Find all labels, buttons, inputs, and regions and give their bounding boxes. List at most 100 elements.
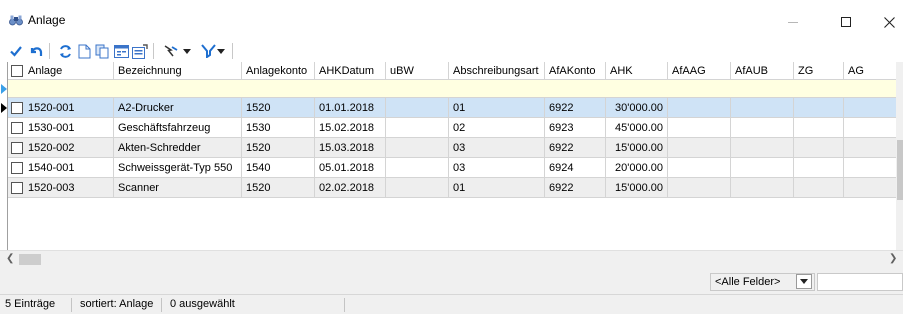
chevron-down-icon[interactable]: [182, 43, 192, 59]
cell-anlagekonto[interactable]: 1540: [242, 158, 315, 178]
cell-anlagekonto[interactable]: 1530: [242, 118, 315, 138]
cell-bezeichnung[interactable]: Geschäftsfahrzeug: [114, 118, 242, 138]
cell-abschreibungsart[interactable]: 02: [449, 118, 545, 138]
minimize-button[interactable]: [770, 8, 816, 36]
cell-ag[interactable]: [844, 118, 903, 138]
cell-bezeichnung[interactable]: Schweissgerät-Typ 550: [114, 158, 242, 178]
row-checkbox[interactable]: [11, 122, 23, 134]
cell-anlage[interactable]: 1540-001: [8, 158, 114, 178]
cell-ahk[interactable]: 20'000.00: [606, 158, 668, 178]
table-row[interactable]: 1520-002 Akten-Schredder 1520 15.03.2018 03 6…: [8, 138, 903, 158]
cell-afakonto[interactable]: 6922: [545, 178, 606, 198]
cell-ahk[interactable]: 30'000.00: [606, 98, 668, 118]
cell-bezeichnung[interactable]: A2-Drucker: [114, 98, 242, 118]
cell-bezeichnung[interactable]: Akten-Schredder: [114, 138, 242, 158]
cell-abschreibungsart[interactable]: 01: [449, 98, 545, 118]
row-checkbox[interactable]: [11, 142, 23, 154]
vertical-scrollbar[interactable]: [896, 62, 903, 250]
cell-ag[interactable]: [844, 138, 903, 158]
cell-ahkdatum[interactable]: 01.01.2018: [315, 98, 386, 118]
cell-ag[interactable]: [844, 98, 903, 118]
undo-icon[interactable]: [28, 43, 44, 59]
column-header-afaag[interactable]: AfAAG: [668, 62, 731, 80]
column-header-anlage[interactable]: Anlage: [8, 62, 114, 80]
table-row[interactable]: 1520-001 A2-Drucker 1520 01.01.2018 01 6922 30…: [1, 98, 903, 118]
field-select-dropdown-button[interactable]: [796, 274, 812, 289]
maximize-button[interactable]: [823, 8, 869, 36]
filter-row[interactable]: [8, 80, 903, 98]
cell-abschreibungsart[interactable]: 03: [449, 158, 545, 178]
cell-afaag[interactable]: [668, 158, 731, 178]
cell-ubw[interactable]: [386, 178, 449, 198]
form-view-icon[interactable]: [113, 43, 129, 59]
row-checkbox[interactable]: [11, 182, 23, 194]
new-document-icon[interactable]: [76, 43, 92, 59]
cell-afaag[interactable]: [668, 178, 731, 198]
column-header-afakonto[interactable]: AfAKonto: [545, 62, 606, 80]
cell-ahk[interactable]: 45'000.00: [606, 118, 668, 138]
column-header-ubw[interactable]: uBW: [386, 62, 449, 80]
cell-ubw[interactable]: [386, 158, 449, 178]
cell-ahkdatum[interactable]: 02.02.2018: [315, 178, 386, 198]
table-row[interactable]: 1540-001 Schweissgerät-Typ 550 1540 05.01.2…: [8, 158, 903, 178]
cell-bezeichnung[interactable]: Scanner: [114, 178, 242, 198]
cell-afakonto[interactable]: 6924: [545, 158, 606, 178]
row-checkbox[interactable]: [11, 162, 23, 174]
cell-anlagekonto[interactable]: 1520: [242, 138, 315, 158]
column-header-ahkdatum[interactable]: AHKDatum: [315, 62, 386, 80]
filter-icon[interactable]: [200, 43, 216, 59]
cell-ag[interactable]: [844, 178, 903, 198]
column-header-zg[interactable]: ZG: [794, 62, 844, 80]
cell-ahkdatum[interactable]: 15.02.2018: [315, 118, 386, 138]
cell-abschreibungsart[interactable]: 01: [449, 178, 545, 198]
cell-afaag[interactable]: [668, 138, 731, 158]
cell-ahk[interactable]: 15'000.00: [606, 138, 668, 158]
select-all-checkbox[interactable]: [11, 65, 23, 77]
cell-zg[interactable]: [794, 138, 844, 158]
cell-ubw[interactable]: [386, 138, 449, 158]
cell-anlage[interactable]: 1520-001: [8, 98, 114, 118]
cell-afakonto[interactable]: 6922: [545, 98, 606, 118]
cell-afakonto[interactable]: 6922: [545, 138, 606, 158]
column-header-ahk[interactable]: AHK: [606, 62, 668, 80]
column-header-abschreibungsart[interactable]: Abschreibungsart: [449, 62, 545, 80]
cell-anlagekonto[interactable]: 1520: [242, 178, 315, 198]
cell-anlage[interactable]: 1520-002: [8, 138, 114, 158]
search-input[interactable]: [817, 273, 903, 291]
column-header-bezeichnung[interactable]: Bezeichnung: [114, 62, 242, 80]
cell-afaub[interactable]: [731, 138, 794, 158]
cell-zg[interactable]: [794, 158, 844, 178]
cell-ahkdatum[interactable]: 15.03.2018: [315, 138, 386, 158]
close-button[interactable]: [866, 8, 903, 36]
table-row[interactable]: 1520-003 Scanner 1520 02.02.2018 01 6922 15'00…: [8, 178, 903, 198]
cell-anlage[interactable]: 1530-001: [8, 118, 114, 138]
pointer-tool-icon[interactable]: [163, 43, 179, 59]
cell-anlagekonto[interactable]: 1520: [242, 98, 315, 118]
cell-afaag[interactable]: [668, 98, 731, 118]
properties-icon[interactable]: [132, 43, 148, 59]
row-checkbox[interactable]: [11, 102, 23, 114]
column-header-anlagekonto[interactable]: Anlagekonto: [242, 62, 315, 80]
copy-icon[interactable]: [94, 43, 110, 59]
cell-afaub[interactable]: [731, 158, 794, 178]
scroll-left-icon[interactable]: ❮: [6, 253, 14, 264]
vertical-scrollbar-thumb[interactable]: [897, 140, 903, 200]
column-header-afaub[interactable]: AfAUB: [731, 62, 794, 80]
cell-abschreibungsart[interactable]: 03: [449, 138, 545, 158]
refresh-icon[interactable]: [57, 43, 73, 59]
check-icon[interactable]: [8, 43, 24, 59]
chevron-down-icon[interactable]: [216, 43, 226, 59]
cell-anlage[interactable]: 1520-003: [8, 178, 114, 198]
table-row[interactable]: 1530-001 Geschäftsfahrzeug 1530 15.02.2018 0…: [8, 118, 903, 138]
horizontal-scrollbar-thumb[interactable]: [19, 254, 41, 265]
cell-afaub[interactable]: [731, 178, 794, 198]
scroll-right-icon[interactable]: ❯: [889, 253, 897, 264]
horizontal-scrollbar[interactable]: ❮ ❯: [0, 250, 903, 267]
cell-zg[interactable]: [794, 98, 844, 118]
cell-ubw[interactable]: [386, 118, 449, 138]
cell-ag[interactable]: [844, 158, 903, 178]
column-header-ag[interactable]: AG: [844, 62, 903, 80]
cell-ahkdatum[interactable]: 05.01.2018: [315, 158, 386, 178]
cell-zg[interactable]: [794, 118, 844, 138]
cell-afaub[interactable]: [731, 98, 794, 118]
